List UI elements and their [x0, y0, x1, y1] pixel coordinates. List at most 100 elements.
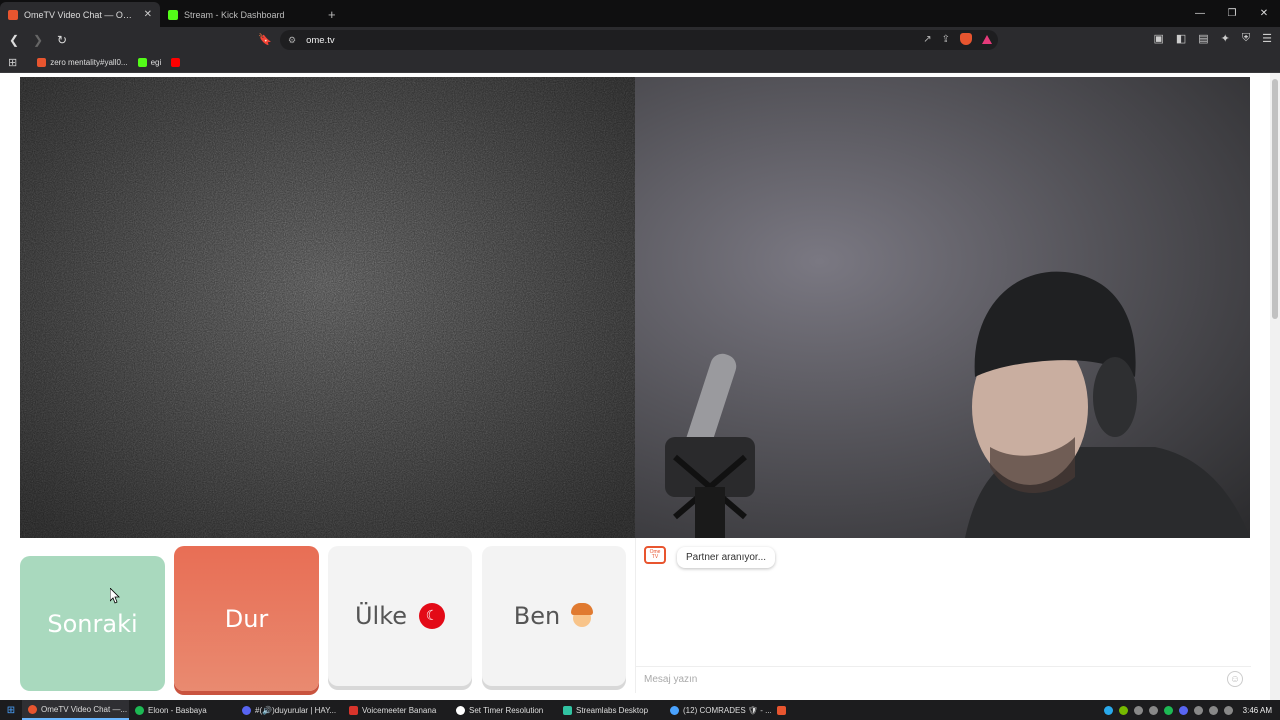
microphone-icon [665, 353, 755, 538]
taskbar-label: OmeTV Video Chat —... [41, 704, 128, 714]
taskbar-item[interactable]: Voicemeeter Banana [343, 700, 450, 720]
taskbar-label: #(🔊)duyurular | HAY... [255, 705, 337, 715]
taskbar-label: Voicemeeter Banana [362, 705, 437, 715]
taskbar-item[interactable]: Set Timer Resolution [450, 700, 557, 720]
video-noise-pattern [20, 77, 635, 538]
forward-icon[interactable]: ❯ [28, 30, 48, 50]
country-button[interactable]: Ülke ☾ [328, 546, 472, 686]
taskbar-item[interactable]: OmeTV Video Chat —... [22, 700, 129, 720]
taskbar-label: (12) COMRADES 🛡 - ... [683, 705, 771, 715]
telegram-icon[interactable] [1103, 705, 1113, 715]
spotify-icon [135, 705, 144, 715]
bookmark-label: egi [150, 58, 162, 67]
brave-shield-icon[interactable] [960, 33, 972, 45]
avatar-emoji-icon [570, 603, 594, 629]
windows-taskbar: ⊞ OmeTV Video Chat —... Eloon - Basbaya … [0, 700, 1280, 720]
message-input[interactable]: Mesaj yazın ☺ [636, 666, 1251, 692]
turkey-flag-icon: ☾ [419, 603, 446, 629]
sidebar-icon[interactable]: ◧ [1176, 32, 1186, 45]
voicemeeter-icon [349, 705, 358, 715]
bookmark-icon[interactable]: 🔖 [258, 33, 272, 46]
address-bar[interactable]: ⚙ ome.tv ↗ ⇪ [280, 30, 998, 50]
new-tab-button[interactable]: + [328, 2, 336, 27]
youtube-favicon-icon [37, 58, 47, 67]
tab-title: OmeTV Video Chat — Omeg [24, 9, 138, 20]
wallet-icon[interactable]: ▤ [1198, 32, 1208, 45]
tab-kick-dashboard[interactable]: Stream - Kick Dashboard [160, 2, 320, 27]
spotify-tray-icon[interactable] [1163, 705, 1173, 715]
scrollbar-thumb[interactable] [1272, 79, 1278, 319]
me-label: Ben [513, 602, 561, 630]
menu-icon[interactable]: ☰ [1262, 32, 1272, 45]
open-in-app-icon[interactable]: ↗ [923, 34, 931, 45]
next-button[interactable]: Sonraki [20, 556, 165, 691]
leo-ai-icon[interactable]: ✦ [1221, 32, 1230, 45]
taskbar-label: Eloon - Basbaya [148, 705, 207, 715]
youtube-favicon-icon [171, 58, 181, 67]
bookmark-item[interactable]: egi [137, 58, 162, 67]
nvidia-icon[interactable] [1118, 705, 1128, 715]
page-scrollbar[interactable] [1270, 73, 1280, 700]
tray-app-icon[interactable] [1133, 705, 1143, 715]
minimize-button[interactable]: — [1184, 0, 1216, 27]
brave-icon [28, 704, 37, 714]
taskbar-item[interactable]: (12) COMRADES 🛡 - ... [664, 700, 771, 720]
media-icon[interactable]: ▣ [1153, 32, 1163, 45]
stop-button[interactable]: Dur [174, 546, 319, 691]
ometv-logo-icon: Ome TV [644, 546, 666, 564]
back-icon[interactable]: ❮ [4, 30, 24, 50]
system-tray: 3:46 AM [1103, 700, 1280, 720]
bookmark-item[interactable]: zero mentality#yall0... [37, 58, 128, 67]
toolbar-right-icons: ▣ ◧ ▤ ✦ ⛨ ☰ [1153, 32, 1272, 45]
chat-panel: Ome TV Partner aranıyor... Mesaj yazın ☺ [635, 538, 1251, 693]
network-icon[interactable] [1208, 705, 1218, 715]
taskbar-item[interactable]: #(🔊)duyurular | HAY... [236, 700, 343, 720]
clock[interactable]: 3:46 AM [1243, 706, 1272, 715]
me-button[interactable]: Ben [482, 546, 626, 686]
url-text: ome.tv [306, 34, 335, 46]
taskbar-item[interactable]: Eloon - Basbaya [129, 700, 236, 720]
tab-ometv[interactable]: OmeTV Video Chat — Omeg ✕ [0, 2, 160, 27]
microphone-tray-icon[interactable] [1193, 705, 1203, 715]
emoji-icon[interactable]: ☺ [1227, 671, 1243, 687]
vpn-icon[interactable]: ⛨ [1242, 32, 1250, 45]
status-message: Partner aranıyor... [677, 547, 776, 568]
streamlabs-icon [563, 705, 572, 715]
brave-rewards-icon[interactable] [982, 34, 992, 44]
streamer-figure [965, 271, 1250, 538]
tab-strip: OmeTV Video Chat — Omeg ✕ Stream - Kick … [0, 0, 1280, 27]
address-bar-actions: ↗ ⇪ [923, 33, 992, 45]
volume-icon[interactable] [1223, 705, 1233, 715]
windows-start-icon[interactable]: ⊞ [0, 705, 22, 716]
ometv-favicon-icon [8, 9, 18, 20]
next-label: Sonraki [47, 609, 138, 638]
share-icon[interactable]: ⇪ [942, 34, 950, 45]
timer-icon [456, 705, 465, 715]
browser-toolbar: ❮ ❯ ↻ 🔖 ⚙ ome.tv ↗ ⇪ ▣ ◧ ▤ ✦ ⛨ ☰ [0, 27, 1280, 53]
country-label: Ülke [354, 602, 408, 630]
bookmarks-bar: ⊞ zero mentality#yall0... egi [0, 53, 1280, 73]
discord-tray-icon[interactable] [1178, 705, 1188, 715]
ometv-page: Sonraki Dur Ülke ☾ Ben Ome TV Partner ar… [0, 73, 1280, 700]
taskbar-item[interactable]: Streamlabs Desktop [557, 700, 664, 720]
stop-label: Dur [224, 604, 269, 633]
bookmark-label: zero mentality#yall0... [50, 58, 128, 67]
chrome-icon [670, 705, 679, 715]
site-info-icon[interactable]: ⚙ [288, 35, 296, 46]
discord-icon [242, 705, 251, 715]
taskbar-item[interactable] [771, 700, 801, 720]
close-tab-icon[interactable]: ✕ [144, 9, 152, 20]
apps-grid-icon[interactable]: ⊞ [8, 56, 17, 69]
partner-video-static [20, 77, 635, 538]
mouse-cursor-icon [110, 588, 120, 604]
tray-app-icon[interactable] [1148, 705, 1158, 715]
close-window-button[interactable]: ✕ [1248, 0, 1280, 27]
bookmark-item[interactable] [171, 58, 181, 67]
window-controls: — ❐ ✕ [1184, 0, 1280, 27]
kick-favicon-icon [137, 58, 147, 67]
webcam-scene [665, 271, 1250, 538]
reload-icon[interactable]: ↻ [52, 30, 72, 50]
message-placeholder: Mesaj yazın [644, 674, 698, 685]
restore-button[interactable]: ❐ [1216, 0, 1248, 27]
self-webcam-video [635, 77, 1250, 538]
